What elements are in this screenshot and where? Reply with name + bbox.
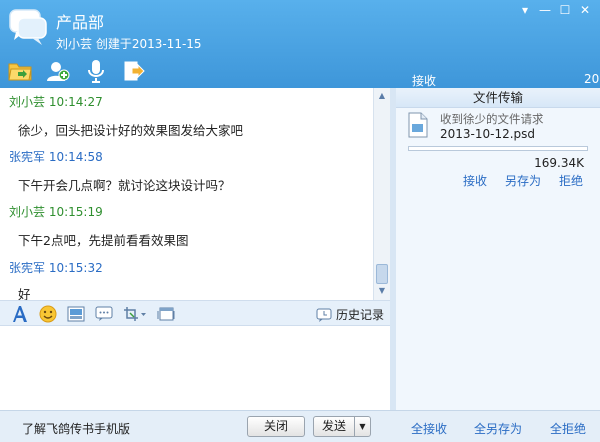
message-sender: 张宪军 (9, 150, 46, 164)
message-text: 下午2点吧，先提前看看效果图 (18, 233, 189, 248)
folder-icon (8, 63, 32, 81)
bottom-bar: 了解飞鸽传书手机版 关闭 发送 ▼ 全接收 全另存为 全拒绝 (0, 410, 600, 442)
send-file-button[interactable] (6, 58, 34, 84)
message-sender: 刘小芸 (9, 95, 46, 109)
message-text: 好 (18, 287, 31, 300)
message-time: 10:14:58 (48, 150, 103, 164)
file-name: 2013-10-12.psd (440, 127, 536, 141)
file-icon (408, 112, 428, 138)
message-sender: 刘小芸 (9, 205, 46, 219)
file-progress-bar (408, 146, 588, 151)
edit-icons (10, 304, 176, 324)
mobile-version-link[interactable]: 了解飞鸽传书手机版 (22, 420, 130, 437)
add-member-button[interactable] (44, 58, 72, 84)
message-text: 下午开会几点啊？就讨论这块设计吗？ (18, 178, 231, 193)
font-button[interactable] (10, 304, 30, 324)
send-options-arrow[interactable]: ▼ (354, 417, 370, 436)
voice-button[interactable] (82, 58, 110, 84)
emoji-icon (39, 305, 57, 323)
scroll-thumb[interactable] (376, 264, 388, 284)
window-header: 产品部 刘小芸 创建于2013-11-15 ▾ — ☐ ✕ 接收 20 (0, 0, 600, 88)
header-tab-receive[interactable]: 接收 (412, 72, 436, 89)
window-controls: ▾ — ☐ ✕ (516, 2, 594, 18)
edit-toolbar: 历史记录 (0, 300, 390, 326)
quick-reply-button[interactable] (94, 304, 114, 324)
main-toolbar (6, 58, 148, 84)
scroll-down-arrow[interactable]: ▼ (376, 285, 388, 297)
chat-history: 刘小芸 10:14:27 徐少，回头把设计好的效果图发给大家吧 张宪军 10:1… (0, 88, 390, 300)
add-user-icon (47, 62, 70, 81)
save-all-link[interactable]: 全另存为 (474, 420, 522, 437)
message-header: 张宪军 10:14:58 (9, 148, 103, 165)
minimize-button[interactable]: — (536, 2, 554, 18)
accept-all-link[interactable]: 全接收 (411, 420, 447, 437)
menu-dropdown-button[interactable]: ▾ (516, 2, 534, 18)
message-text: 徐少，回头把设计好的效果图发给大家吧 (18, 123, 244, 138)
message-header: 张宪军 10:15:32 (9, 259, 103, 276)
font-icon (13, 306, 27, 322)
emoji-button[interactable] (38, 304, 58, 324)
group-chat-icon (9, 9, 47, 45)
maximize-button[interactable]: ☐ (556, 2, 574, 18)
microphone-icon (88, 60, 104, 83)
header-tab-date: 201 (584, 72, 600, 86)
exit-icon (124, 61, 145, 81)
file-request-text: 收到徐少的文件请求 (440, 112, 544, 126)
history-icon (316, 308, 332, 322)
close-window-button[interactable]: ✕ (576, 2, 594, 18)
message-time: 10:15:32 (48, 261, 103, 275)
chat-bubble-icon (95, 306, 113, 321)
file-size: 169.34K (534, 156, 584, 170)
message-sender: 张宪军 (9, 261, 46, 275)
screenshot-icon (124, 307, 146, 321)
history-button[interactable]: 历史记录 (316, 306, 384, 323)
reject-file-link[interactable]: 拒绝 (559, 172, 583, 189)
message-time: 10:14:27 (48, 95, 103, 109)
scroll-up-arrow[interactable]: ▲ (376, 90, 388, 102)
exit-group-button[interactable] (120, 58, 148, 84)
save-as-link[interactable]: 另存为 (505, 172, 541, 189)
accept-file-link[interactable]: 接收 (463, 172, 487, 189)
send-button[interactable]: 发送 ▼ (313, 416, 371, 437)
screenshot-button[interactable] (122, 304, 148, 324)
image-button[interactable] (66, 304, 86, 324)
message-header: 刘小芸 10:14:27 (9, 93, 103, 110)
message-input[interactable] (0, 326, 390, 410)
history-label: 历史记录 (335, 308, 384, 322)
message-header: 刘小芸 10:15:19 (9, 203, 103, 220)
reject-all-link[interactable]: 全拒绝 (550, 420, 586, 437)
file-actions: 接收 另存为 拒绝 (396, 172, 600, 189)
group-subtitle: 刘小芸 创建于2013-11-15 (56, 37, 202, 51)
file-transfer-panel: 文件传输 收到徐少的文件请求 2013-10-12.psd 169.34K 接收… (396, 88, 600, 410)
shake-window-button[interactable] (156, 304, 176, 324)
message-time: 10:15:19 (48, 205, 103, 219)
group-name: 产品部 (56, 13, 105, 32)
image-icon (67, 306, 85, 322)
chat-scrollbar[interactable]: ▲ ▼ (373, 88, 390, 300)
close-button[interactable]: 关闭 (247, 416, 305, 437)
send-label: 发送 (321, 419, 346, 433)
file-transfer-title: 文件传输 (396, 88, 600, 108)
window-icon (157, 307, 175, 321)
